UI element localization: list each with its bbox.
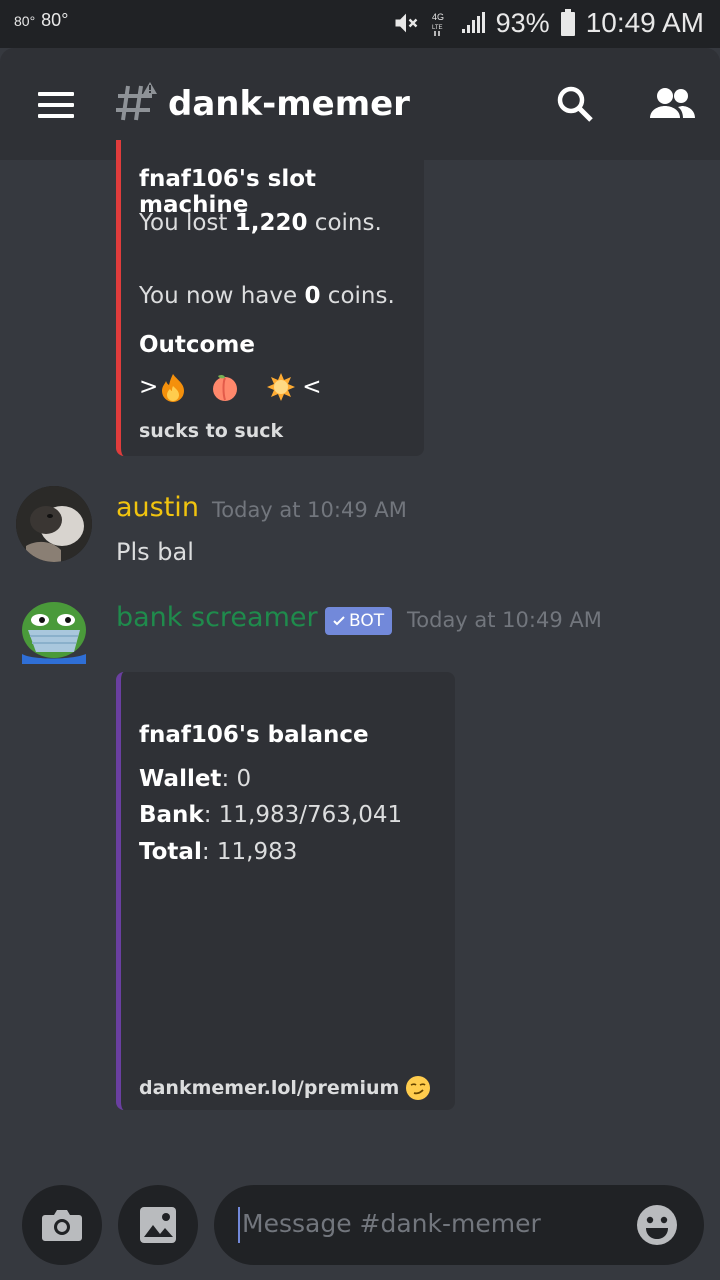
embed-footer: sucks to suck (139, 420, 284, 442)
temp: 80° (41, 10, 69, 30)
camera-button[interactable] (22, 1185, 102, 1265)
verified-check-icon (333, 616, 345, 626)
bot-username[interactable]: bank screamer (116, 602, 318, 633)
svg-text:4G: 4G (432, 12, 444, 22)
text-cursor (238, 1207, 240, 1243)
bot-avatar[interactable] (16, 596, 92, 672)
peach-emoji-icon (213, 374, 238, 401)
network-4g-icon: 4G LTE (432, 12, 444, 36)
slot-open: > (139, 374, 159, 400)
username[interactable]: austin (116, 492, 199, 523)
outcome-field-name: Outcome (139, 332, 255, 358)
embed-title: fnaf106's balance (139, 722, 369, 748)
message-text: Pls bal (116, 538, 194, 566)
wallet-line: Wallet: 0 (139, 766, 252, 792)
balance-embed: fnaf106's balance Wallet: 0 Bank: 11,983… (116, 672, 455, 1110)
signal-icon (461, 12, 485, 33)
slot-outcome: > < (139, 372, 322, 402)
mute-icon (395, 13, 417, 33)
battery-percent: 93% (495, 7, 550, 38)
bot-badge: BOT (325, 607, 393, 635)
channel-title: dank-memer (168, 84, 410, 124)
temp-small: 80° (14, 13, 36, 29)
bank-line: Bank: 11,983/763,041 (139, 802, 403, 828)
pepe-mask-avatar-image (16, 596, 92, 672)
message-placeholder: Message #dank-memer (242, 1209, 541, 1238)
embed-footer: dankmemer.lol/premium (139, 1075, 431, 1101)
total-line: Total: 11,983 (139, 839, 298, 865)
balance-line: You now have 0 coins. (139, 283, 395, 309)
members-icon[interactable] (648, 86, 696, 122)
clock: 10:49 AM (585, 7, 704, 38)
status-bar: 80° 80° 4G LTE 93% 10:49 AM (0, 0, 720, 48)
fire-emoji-icon (162, 374, 185, 402)
search-icon[interactable] (555, 84, 595, 124)
channel-hash-icon (116, 82, 157, 121)
emoji-picker-icon[interactable] (636, 1204, 678, 1246)
avatar[interactable] (16, 486, 92, 562)
cat-avatar-image (16, 486, 92, 562)
timestamp: Today at 10:49 AM (407, 608, 602, 632)
slot-machine-embed: fnaf106's slot machine You lost 1,220 co… (116, 140, 424, 456)
battery-icon (560, 9, 575, 36)
smirk-emoji-icon (406, 1076, 431, 1100)
camera-icon (42, 1210, 82, 1241)
image-icon (140, 1207, 176, 1243)
message-input[interactable]: Message #dank-memer (214, 1185, 704, 1265)
menu-icon[interactable] (38, 92, 74, 118)
slot-close: < (302, 374, 322, 400)
sun-emoji-icon (267, 373, 296, 401)
lost-line: You lost 1,220 coins. (139, 210, 382, 236)
svg-text:LTE: LTE (432, 25, 443, 31)
timestamp: Today at 10:49 AM (212, 498, 407, 522)
weather-readout: 80° 80° (14, 10, 68, 31)
bot-badge-label: BOT (349, 611, 385, 631)
gallery-button[interactable] (118, 1185, 198, 1265)
premium-link[interactable]: dankmemer.lol/premium (139, 1077, 399, 1099)
